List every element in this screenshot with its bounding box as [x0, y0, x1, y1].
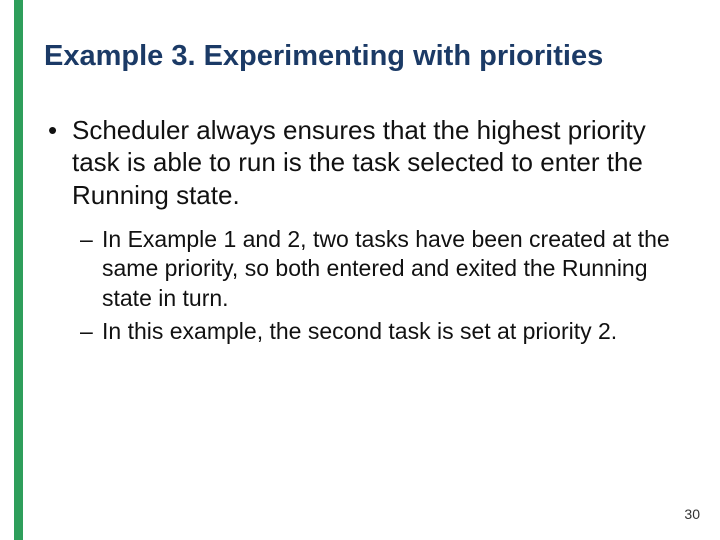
accent-bar — [14, 0, 23, 540]
bullet-level-1: Scheduler always ensures that the highes… — [44, 114, 688, 211]
bullet-level-2: In this example, the second task is set … — [44, 317, 688, 346]
bullet-level-2: In Example 1 and 2, two tasks have been … — [44, 225, 688, 313]
slide-content: Example 3. Experimenting with priorities… — [44, 38, 688, 351]
slide-title: Example 3. Experimenting with priorities — [44, 38, 688, 74]
page-number: 30 — [684, 506, 700, 522]
slide: Example 3. Experimenting with priorities… — [0, 0, 720, 540]
